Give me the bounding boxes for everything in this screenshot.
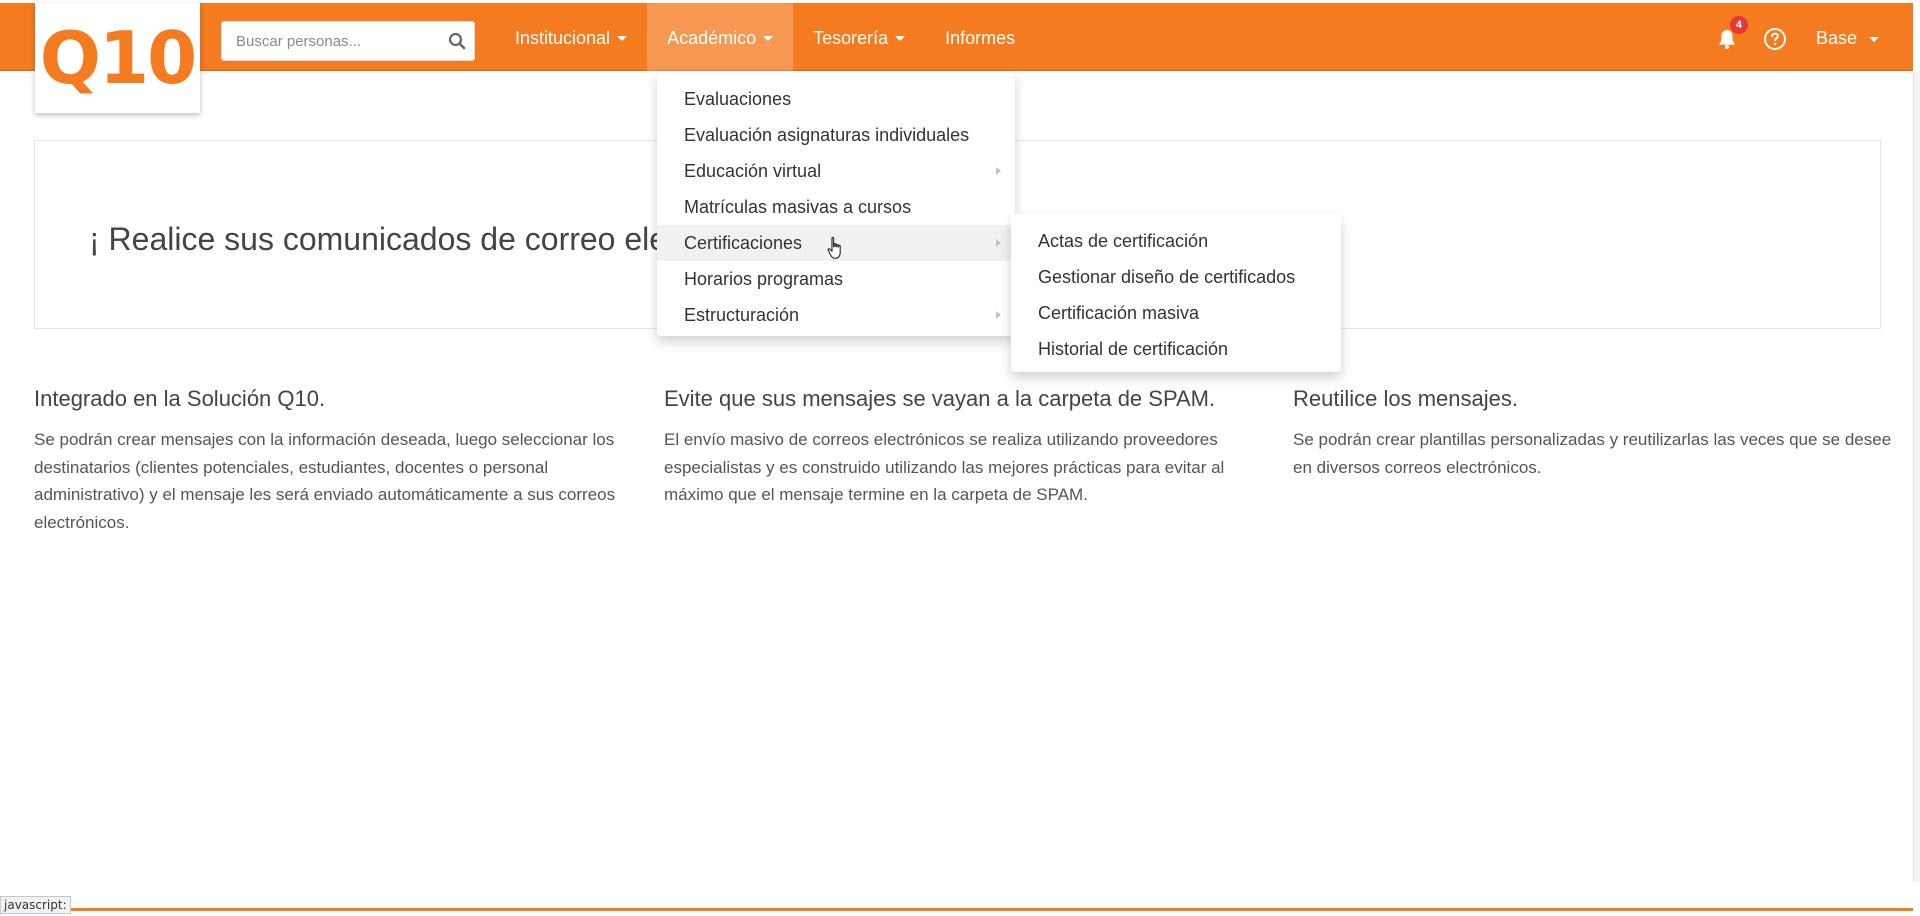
nav-academico-label: Académico (667, 28, 757, 48)
nav-tesoreria-label: Tesorería (813, 28, 889, 48)
feature-title: Integrado en la Solución Q10. (34, 386, 326, 411)
submenu-arrow-icon (996, 239, 1001, 247)
feature-title: Evite que sus mensajes se vayan a la car… (664, 386, 1216, 411)
menu-item-evaluacion-asignaturas[interactable]: Evaluación asignaturas individuales (657, 117, 1015, 153)
caret-down-icon (617, 36, 628, 41)
submenu-item-certificacion-masiva[interactable]: Certificación masiva (1011, 295, 1341, 331)
feature-body: Se podrán crear plantillas personalizada… (1293, 430, 1892, 477)
feature-integrado: Integrado en la Solución Q10. Se podrán … (34, 384, 634, 536)
submenu-item-historial[interactable]: Historial de certificación (1011, 331, 1341, 367)
page: Institucional Académico Tesorería Inform… (0, 0, 1920, 916)
search-icon[interactable] (440, 22, 474, 60)
nav-institucional[interactable]: Institucional (495, 3, 647, 74)
menu-item-label: Matrículas masivas a cursos (684, 196, 912, 217)
help-icon (1763, 27, 1786, 50)
caret-down-icon (763, 36, 774, 41)
vertical-scrollbar[interactable] (1913, 72, 1920, 882)
feature-body: Se podrán crear mensajes con la informac… (34, 430, 616, 532)
submenu-item-label: Historial de certificación (1038, 338, 1229, 359)
menu-item-horarios-programas[interactable]: Horarios programas (657, 261, 1015, 297)
footer-accent-line (0, 908, 1913, 911)
submenu-arrow-icon (996, 167, 1001, 175)
main-nav: Institucional Académico Tesorería Inform… (495, 3, 1035, 74)
banner-heading: ¡ Realice sus comunicados de correo ele (89, 221, 668, 257)
header-tools: 4 Base (1712, 3, 1913, 74)
hand-pointer-icon (827, 236, 841, 259)
user-menu-label: Base (1815, 28, 1857, 48)
menu-item-evaluaciones[interactable]: Evaluaciones (657, 81, 1015, 117)
menu-item-label: Evaluaciones (684, 88, 792, 109)
help-button[interactable] (1760, 24, 1790, 54)
academico-dropdown: Evaluaciones Evaluación asignaturas indi… (657, 72, 1015, 336)
submenu-item-label: Actas de certificación (1038, 230, 1209, 251)
submenu-item-label: Gestionar diseño de certificados (1038, 266, 1296, 287)
caret-down-icon (895, 36, 906, 41)
notification-count-badge: 4 (1729, 15, 1748, 34)
user-menu[interactable]: Base (1816, 28, 1913, 49)
q10-logo[interactable]: Q10 (35, 3, 200, 113)
browser-status-tooltip: javascript: (0, 896, 71, 914)
feature-spam: Evite que sus mensajes se vayan a la car… (664, 384, 1264, 509)
nav-informes-label: Informes (945, 28, 1016, 48)
menu-item-educacion-virtual[interactable]: Educación virtual (657, 153, 1015, 189)
submenu-arrow-icon (996, 311, 1001, 319)
submenu-item-actas[interactable]: Actas de certificación (1011, 223, 1341, 259)
menu-item-matriculas-masivas[interactable]: Matrículas masivas a cursos (657, 189, 1015, 225)
nav-informes[interactable]: Informes (925, 3, 1035, 74)
nav-institucional-label: Institucional (515, 28, 611, 48)
search-input[interactable] (222, 22, 440, 60)
menu-item-estructuracion[interactable]: Estructuración (657, 297, 1015, 333)
logo-text: Q10 (39, 16, 197, 100)
certificaciones-submenu: Actas de certificación Gestionar diseño … (1011, 214, 1341, 372)
caret-down-icon (1869, 36, 1879, 42)
top-navbar: Institucional Académico Tesorería Inform… (0, 0, 1913, 74)
search-box (221, 21, 475, 61)
submenu-item-gestionar-diseno[interactable]: Gestionar diseño de certificados (1011, 259, 1341, 295)
submenu-item-label: Certificación masiva (1038, 302, 1200, 323)
menu-item-label: Estructuración (684, 304, 800, 325)
menu-item-label: Horarios programas (684, 268, 844, 289)
notifications-button[interactable]: 4 (1712, 15, 1748, 54)
nav-academico[interactable]: Académico (647, 3, 794, 74)
feature-reutilice: Reutilice los mensajes. Se podrán crear … (1293, 384, 1893, 481)
menu-item-label: Educación virtual (684, 160, 822, 181)
menu-item-label: Evaluación asignaturas individuales (684, 124, 970, 145)
nav-tesoreria[interactable]: Tesorería (793, 3, 925, 74)
feature-body: El envío masivo de correos electrónicos … (664, 430, 1225, 504)
feature-title: Reutilice los mensajes. (1293, 386, 1518, 411)
menu-item-label: Certificaciones (684, 232, 803, 253)
